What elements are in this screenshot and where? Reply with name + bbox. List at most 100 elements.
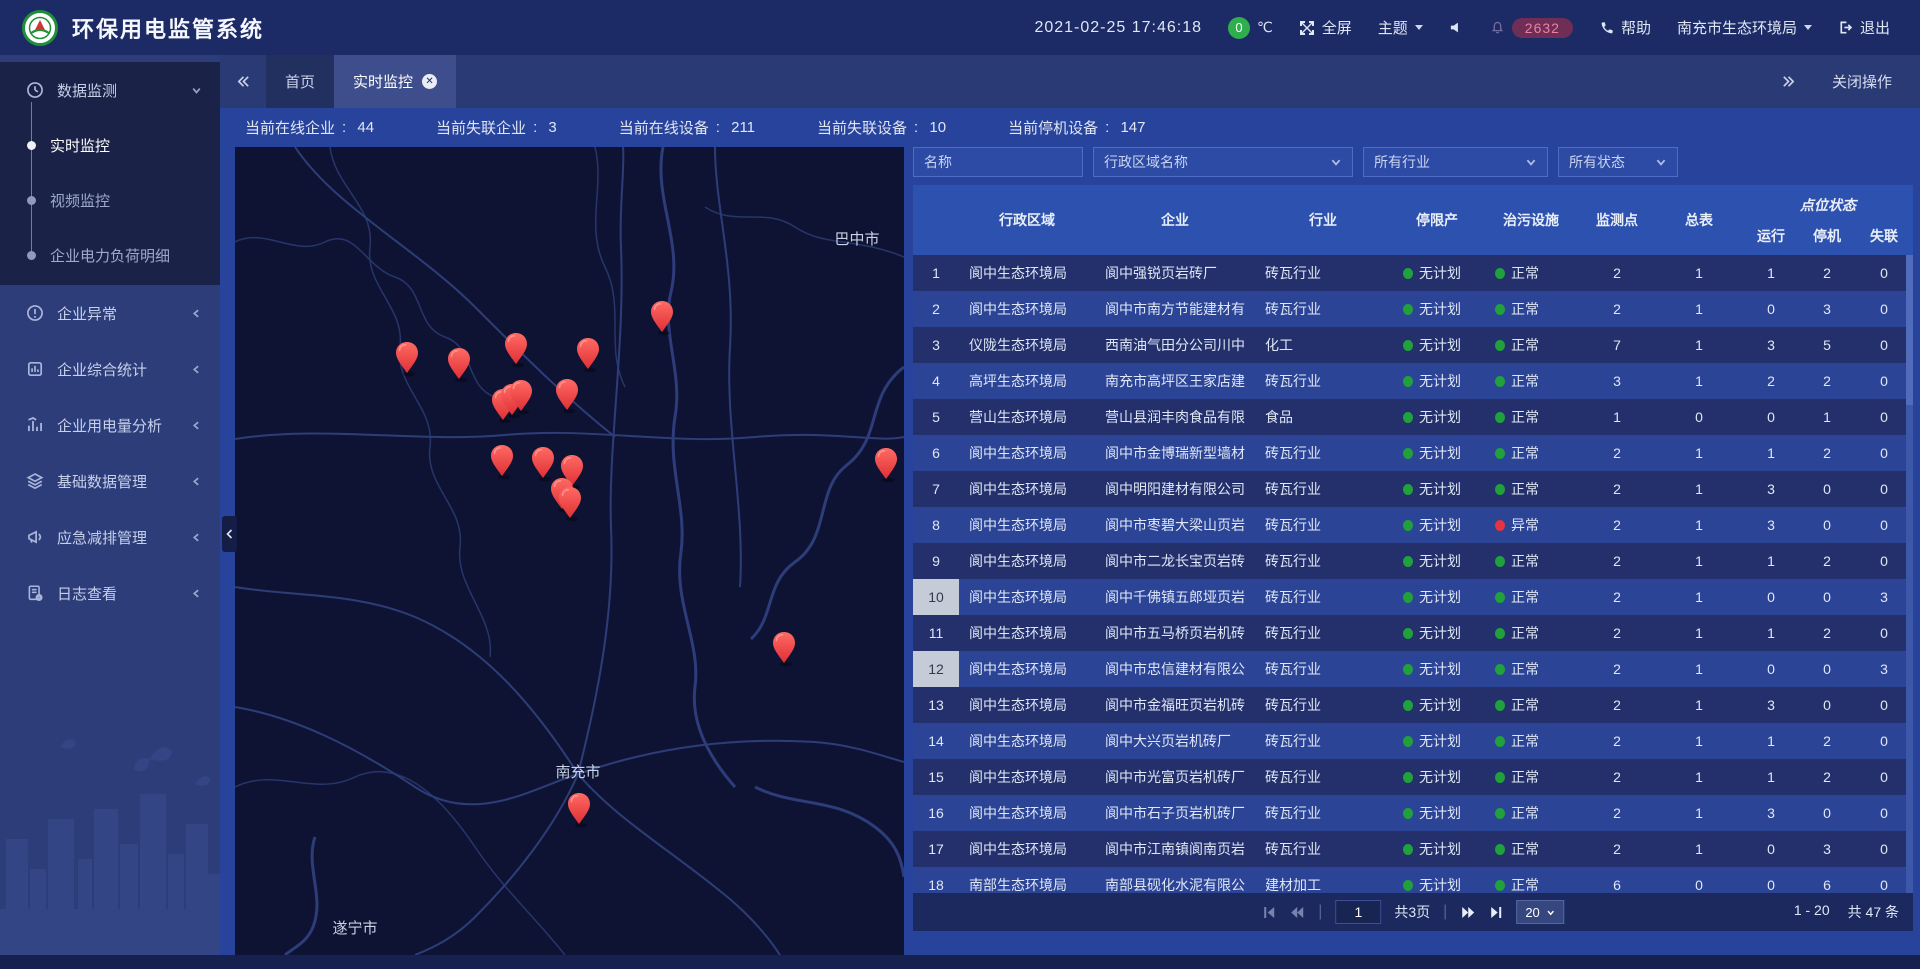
- page-number-input[interactable]: [1335, 900, 1381, 924]
- status-select[interactable]: 所有状态: [1558, 147, 1678, 177]
- map-pin[interactable]: [773, 632, 795, 666]
- table-row[interactable]: 13 阆中生态环境局 阆中市金福旺页岩机砖 砖瓦行业 无计划 正常 2 1 3 …: [913, 687, 1913, 723]
- chevron-down-icon: [1415, 25, 1423, 30]
- speaker-icon: [1449, 20, 1464, 35]
- tab-realtime-monitor[interactable]: 实时监控 ✕: [334, 55, 456, 108]
- sidebar-item-enterprise-stats[interactable]: 企业综合统计: [0, 341, 220, 397]
- row-region: 阆中生态环境局: [959, 543, 1095, 579]
- row-limit-status: 无计划: [1391, 759, 1483, 795]
- map-pin[interactable]: [875, 448, 897, 482]
- table-row[interactable]: 6 阆中生态环境局 阆中市金博瑞新型墙材 砖瓦行业 无计划 正常 2 1 1 2…: [913, 435, 1913, 471]
- table-row[interactable]: 18 南部生态环境局 南部县砚化水泥有限公 建材加工 无计划 正常 6 0 0 …: [913, 867, 1913, 893]
- logout-button[interactable]: 退出: [1838, 17, 1890, 38]
- volume-button[interactable]: [1449, 20, 1464, 35]
- industry-select[interactable]: 所有行业: [1363, 147, 1548, 177]
- table-row[interactable]: 8 阆中生态环境局 阆中市枣碧大梁山页岩 砖瓦行业 无计划 异常 2 1 3 0…: [913, 507, 1913, 543]
- map-pin[interactable]: [559, 487, 581, 521]
- map-pin[interactable]: [448, 348, 470, 382]
- sidebar-item-video-monitor[interactable]: 视频监控: [0, 173, 220, 228]
- map-pin[interactable]: [532, 447, 554, 481]
- next-page-button[interactable]: [1460, 906, 1476, 919]
- table-row[interactable]: 12 阆中生态环境局 阆中市忠信建材有限公 砖瓦行业 无计划 正常 2 1 0 …: [913, 651, 1913, 687]
- limit-status-dot-icon: [1403, 448, 1413, 459]
- fullscreen-button[interactable]: 全屏: [1299, 17, 1352, 38]
- row-points: 2: [1579, 615, 1655, 651]
- table-row[interactable]: 3 仪陇生态环境局 西南油气田分公司川中 化工 无计划 正常 7 1 3 5 0: [913, 327, 1913, 363]
- sidebar-item-data-monitor[interactable]: 数据监测: [0, 62, 220, 118]
- table-row[interactable]: 10 阆中生态环境局 阆中千佛镇五郎垭页岩 砖瓦行业 无计划 正常 2 1 0 …: [913, 579, 1913, 615]
- row-limit-status: 无计划: [1391, 723, 1483, 759]
- group-header-label: 点位状态: [1743, 185, 1913, 217]
- table-row[interactable]: 2 阆中生态环境局 阆中市南方节能建材有 砖瓦行业 无计划 正常 2 1 0 3…: [913, 291, 1913, 327]
- table-scrollbar[interactable]: [1906, 255, 1913, 893]
- map-pin[interactable]: [556, 379, 578, 413]
- row-facility-status: 正常: [1483, 471, 1579, 507]
- row-seq: 17: [913, 831, 959, 867]
- row-company: 阆中市金博瑞新型墙材: [1095, 435, 1255, 471]
- table-row[interactable]: 17 阆中生态环境局 阆中市江南镇阆南页岩 砖瓦行业 无计划 正常 2 1 0 …: [913, 831, 1913, 867]
- row-points: 2: [1579, 687, 1655, 723]
- row-stop: 0: [1799, 507, 1855, 543]
- page-size-select[interactable]: 20: [1516, 900, 1563, 924]
- table-row[interactable]: 5 营山生态环境局 营山县润丰肉食品有限 食品 无计划 正常 1 0 0 1 0: [913, 399, 1913, 435]
- table-row[interactable]: 9 阆中生态环境局 阆中市二龙长宝页岩砖 砖瓦行业 无计划 正常 2 1 1 2…: [913, 543, 1913, 579]
- row-limit-status: 无计划: [1391, 507, 1483, 543]
- row-meters: 1: [1655, 579, 1743, 615]
- row-industry: 砖瓦行业: [1255, 723, 1391, 759]
- facility-status-dot-icon: [1495, 592, 1505, 603]
- row-stop: 3: [1799, 831, 1855, 867]
- row-meters: 0: [1655, 867, 1743, 893]
- table-row[interactable]: 15 阆中生态环境局 阆中市光富页岩机砖厂 砖瓦行业 无计划 正常 2 1 1 …: [913, 759, 1913, 795]
- limit-status-dot-icon: [1403, 520, 1413, 531]
- sidebar-item-realtime-monitor[interactable]: 实时监控: [0, 118, 220, 173]
- map-pin[interactable]: [396, 342, 418, 376]
- row-limit-status: 无计划: [1391, 435, 1483, 471]
- map-pin[interactable]: [491, 445, 513, 479]
- user-org-menu[interactable]: 南充市生态环境局: [1677, 17, 1812, 38]
- sidebar-item-power-analysis[interactable]: 企业用电量分析: [0, 397, 220, 453]
- row-region: 阆中生态环境局: [959, 831, 1095, 867]
- last-page-button[interactable]: [1489, 906, 1503, 919]
- sidebar-subitem-label: 企业电力负荷明细: [50, 245, 170, 266]
- sidebar-item-power-load-detail[interactable]: 企业电力负荷明细: [0, 228, 220, 283]
- table-row[interactable]: 4 高坪生态环境局 南充市高坪区王家店建 砖瓦行业 无计划 正常 3 1 2 2…: [913, 363, 1913, 399]
- table-row[interactable]: 1 阆中生态环境局 阆中强锐页岩砖厂 砖瓦行业 无计划 正常 2 1 1 2 0: [913, 255, 1913, 291]
- row-stop: 2: [1799, 543, 1855, 579]
- row-limit-status: 无计划: [1391, 651, 1483, 687]
- table-row[interactable]: 14 阆中生态环境局 阆中大兴页岩机砖厂 砖瓦行业 无计划 正常 2 1 1 2…: [913, 723, 1913, 759]
- region-select[interactable]: 行政区域名称: [1093, 147, 1353, 177]
- row-region: 高坪生态环境局: [959, 363, 1095, 399]
- table-row[interactable]: 11 阆中生态环境局 阆中市五马桥页岩机砖 砖瓦行业 无计划 正常 2 1 1 …: [913, 615, 1913, 651]
- tab-close-icon[interactable]: ✕: [422, 74, 437, 89]
- first-page-button[interactable]: [1262, 906, 1276, 919]
- tab-home[interactable]: 首页: [266, 55, 334, 108]
- previous-page-button[interactable]: [1289, 906, 1305, 919]
- map-pin[interactable]: [568, 793, 590, 827]
- row-industry: 砖瓦行业: [1255, 255, 1391, 291]
- row-lost: 0: [1855, 867, 1913, 893]
- row-company: 阆中千佛镇五郎垭页岩: [1095, 579, 1255, 615]
- row-lost: 0: [1855, 327, 1913, 363]
- sidebar-item-emergency-reduction[interactable]: 应急减排管理: [0, 509, 220, 565]
- notification-area[interactable]: 2632: [1490, 18, 1573, 38]
- row-meters: 1: [1655, 255, 1743, 291]
- theme-menu[interactable]: 主题: [1378, 17, 1423, 38]
- help-button[interactable]: 帮助: [1599, 17, 1651, 38]
- map[interactable]: 巴中市南充市遂宁市: [235, 147, 904, 955]
- tabs-scroll-right-button[interactable]: [1781, 75, 1796, 88]
- sidebar-item-enterprise-abnormal[interactable]: 企业异常: [0, 285, 220, 341]
- table-row[interactable]: 16 阆中生态环境局 阆中市石子页岩机砖厂 砖瓦行业 无计划 正常 2 1 3 …: [913, 795, 1913, 831]
- row-region: 南部生态环境局: [959, 867, 1095, 893]
- map-pin[interactable]: [505, 333, 527, 367]
- map-pin[interactable]: [577, 338, 599, 372]
- tabs-scroll-left-button[interactable]: [220, 55, 266, 108]
- industry-select-value: 所有行业: [1374, 152, 1430, 172]
- sidebar-item-base-data[interactable]: 基础数据管理: [0, 453, 220, 509]
- map-city-label: 南充市: [555, 764, 600, 781]
- close-operations-menu[interactable]: 关闭操作: [1832, 71, 1892, 92]
- sidebar-item-log-view[interactable]: 日志查看: [0, 565, 220, 621]
- name-search-input[interactable]: [913, 147, 1083, 177]
- row-limit-status: 无计划: [1391, 687, 1483, 723]
- table-row[interactable]: 7 阆中生态环境局 阆中明阳建材有限公司 砖瓦行业 无计划 正常 2 1 3 0…: [913, 471, 1913, 507]
- map-collapse-button[interactable]: [222, 516, 237, 552]
